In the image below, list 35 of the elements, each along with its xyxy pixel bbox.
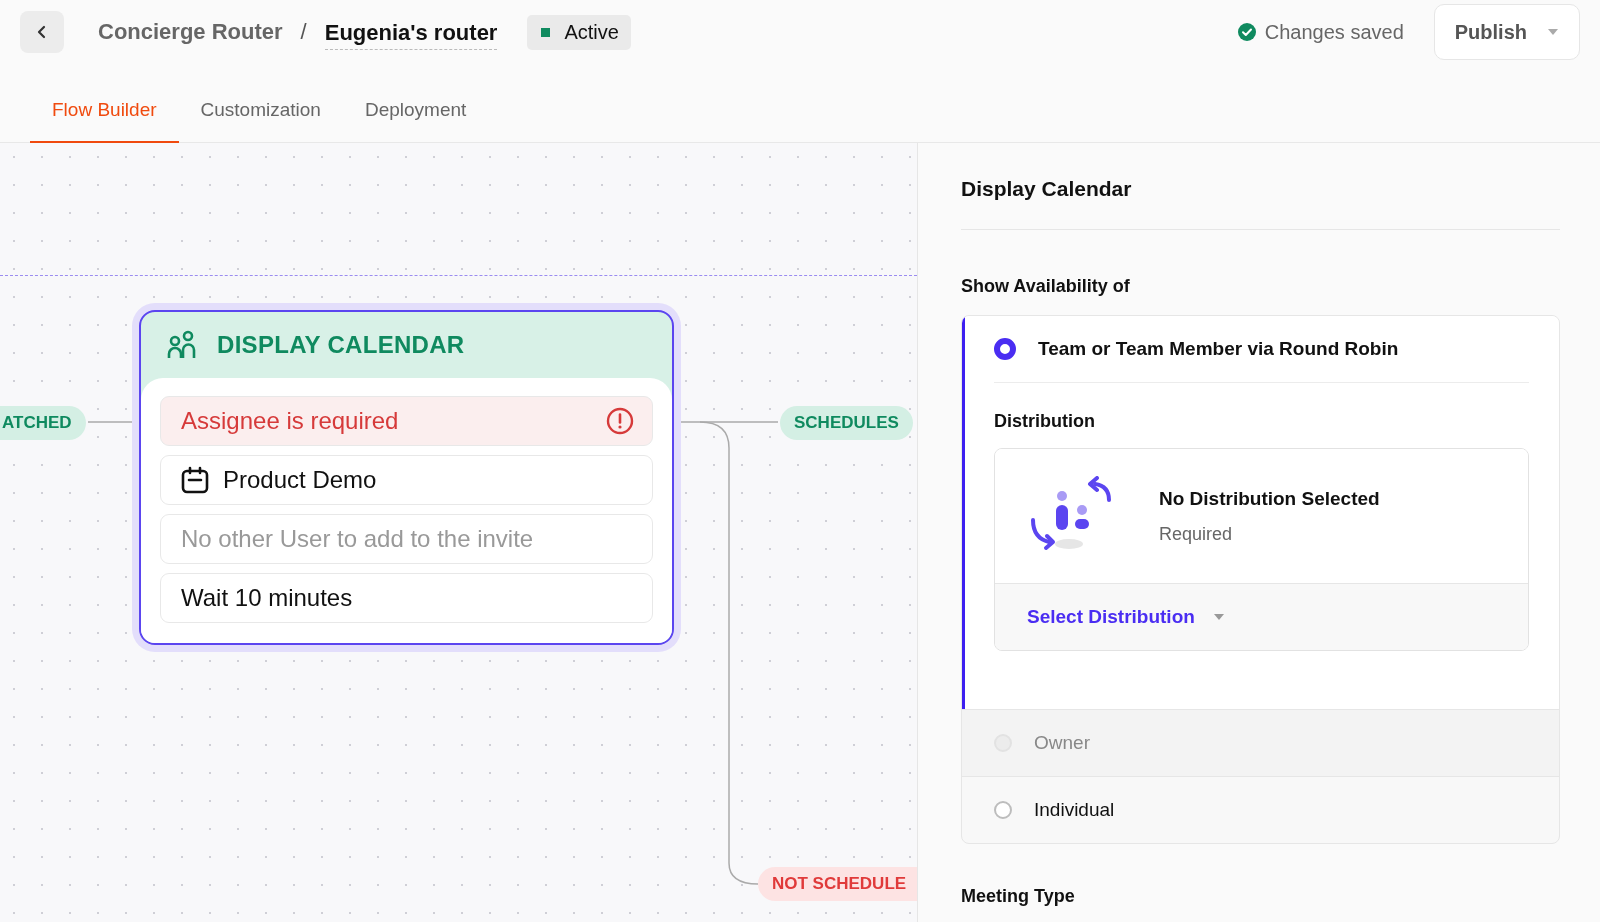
option-label: Team or Team Member via Round Robin <box>1038 338 1399 360</box>
check-circle-icon <box>1237 23 1256 41</box>
radio-button[interactable] <box>994 338 1016 360</box>
edge-label: ATCHED <box>0 406 86 440</box>
status-label: Active <box>564 20 619 44</box>
people-icon <box>167 330 197 360</box>
step-text: Wait 10 minutes <box>181 584 353 612</box>
panel-title: Display Calendar <box>961 177 1560 230</box>
section-label: Meeting Type <box>961 886 1076 907</box>
tab[interactable]: Customization <box>178 98 343 144</box>
radio-button[interactable] <box>994 801 1012 819</box>
node-title: DISPLAY CALENDAR <box>217 331 465 359</box>
distribution-subtitle: Required <box>1159 523 1234 545</box>
breadcrumb-link[interactable]: Concierge Router <box>98 19 283 45</box>
caret-icon <box>1547 28 1559 36</box>
step-text: No other User to add to the invite <box>181 525 534 553</box>
edge-label: SCHEDULES <box>780 406 913 440</box>
publish-button[interactable]: Publish <box>1433 4 1580 60</box>
router-name[interactable]: Eugenia's router <box>324 20 498 50</box>
caret-icon <box>1212 613 1225 621</box>
step-text: Product Demo <box>223 466 377 494</box>
edge-label: NOT SCHEDULE <box>758 867 917 901</box>
option-label: Owner <box>1034 732 1090 754</box>
calendar-icon <box>181 466 209 494</box>
section-label: Show Availability of <box>961 276 1131 297</box>
error-text: Assignee is required <box>181 407 399 435</box>
back-button[interactable] <box>20 11 64 53</box>
select-distribution-dropdown[interactable]: Select Distribution <box>1027 606 1225 628</box>
tab[interactable]: Deployment <box>342 98 489 144</box>
distribution-label: Distribution <box>994 411 1096 432</box>
save-status: Changes saved <box>1264 20 1404 44</box>
warning-icon <box>606 407 634 435</box>
option-label: Individual <box>1034 799 1115 821</box>
distribution-title: No Distribution Selected <box>1159 487 1380 510</box>
breadcrumb-separator: / <box>300 19 307 45</box>
